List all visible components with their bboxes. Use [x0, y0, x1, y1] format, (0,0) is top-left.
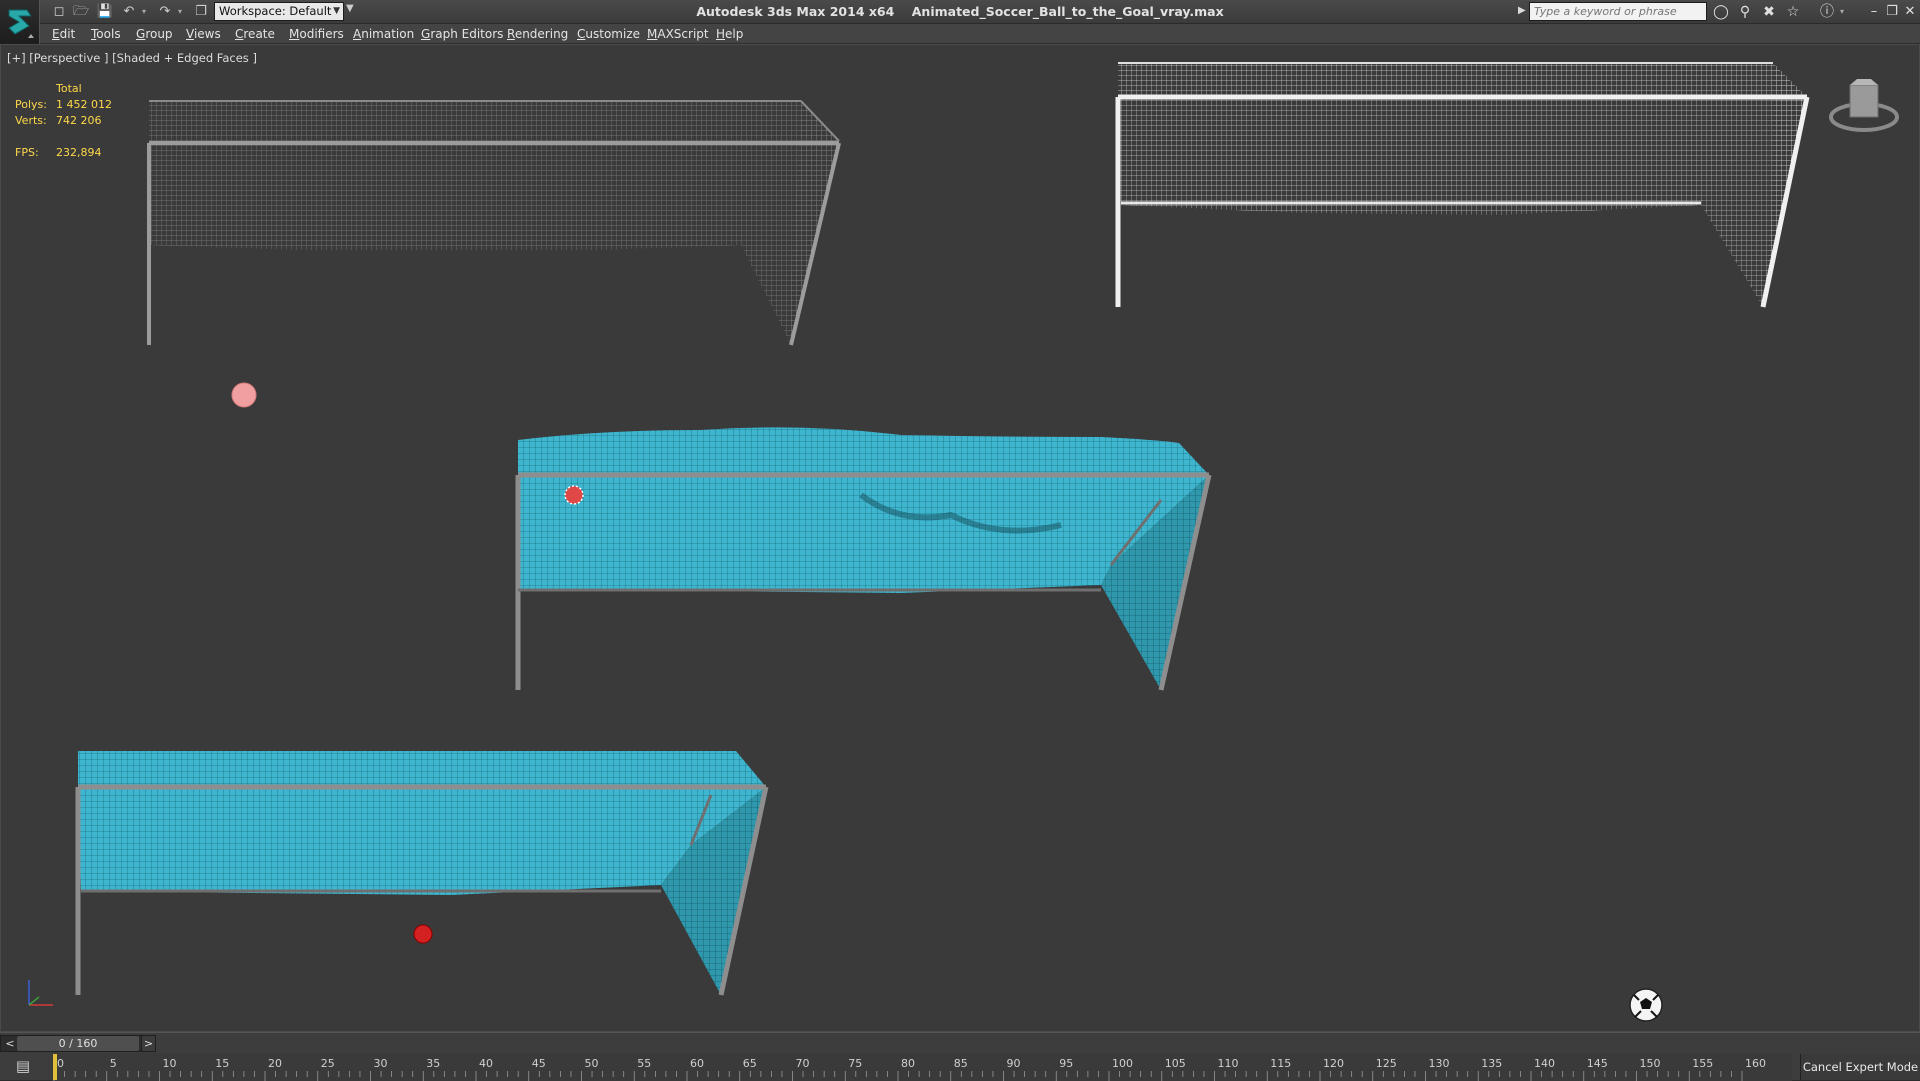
redo-icon[interactable]: ↷: [156, 3, 174, 21]
quick-access-dropdown-icon[interactable]: ▼: [346, 3, 354, 14]
viewcube-icon[interactable]: [1829, 79, 1899, 132]
timeline-tick-label: 110: [1218, 1057, 1239, 1070]
undo-dropdown-icon[interactable]: ▾: [140, 3, 148, 21]
key-icon[interactable]: ⚲: [1735, 3, 1755, 21]
timeline-tick-label: 40: [479, 1057, 493, 1070]
timeline-tick-label: 105: [1165, 1057, 1186, 1070]
app-title: Autodesk 3ds Max 2014 x64: [696, 4, 895, 19]
goal-net-cyan-middle[interactable]: [515, 427, 1212, 691]
title-bar: ◻ 🗁 💾 ↶ ▾ ↷ ▾ ❐ Workspace: Default ▼ ▼ A…: [0, 0, 1920, 24]
help-icon[interactable]: ⓘ: [1817, 3, 1837, 21]
menu-rendering[interactable]: Rendering: [507, 27, 568, 41]
verts-value: 742 206: [56, 114, 102, 127]
time-slider-next-button[interactable]: >: [141, 1036, 155, 1051]
file-name: Animated_Soccer_Ball_to_the_Goal_vray.ma…: [911, 4, 1224, 19]
timeline-tick-label: 125: [1376, 1057, 1397, 1070]
help-dropdown-icon[interactable]: ▾: [1838, 3, 1846, 21]
project-folder-icon[interactable]: ❐: [192, 3, 210, 21]
viewport-label[interactable]: [+] [Perspective ] [Shaded + Edged Faces…: [7, 51, 257, 65]
stats-header: Total: [56, 82, 82, 95]
timeline-tick-label: 140: [1534, 1057, 1555, 1070]
timeline-tick-label: 10: [163, 1057, 177, 1070]
redo-dropdown-icon[interactable]: ▾: [176, 3, 184, 21]
menu-edit[interactable]: Edit: [52, 27, 75, 41]
timeline-tick-label: 130: [1429, 1057, 1450, 1070]
timeline-tick-label: 15: [215, 1057, 229, 1070]
timeline-tick-label: 65: [743, 1057, 757, 1070]
new-file-icon[interactable]: ◻: [50, 3, 68, 21]
goal-wireframe-gray[interactable]: [147, 100, 841, 346]
timeline-tick-label: 35: [426, 1057, 440, 1070]
timeline-tick-label: 45: [532, 1057, 546, 1070]
ball-red[interactable]: [413, 924, 433, 944]
ball-red-wire[interactable]: [564, 485, 584, 505]
frame-counter[interactable]: 0 / 160: [17, 1036, 139, 1051]
workspace-dropdown[interactable]: Workspace: Default ▼: [214, 2, 344, 21]
exchange-icon[interactable]: ✖: [1759, 3, 1779, 21]
timeline-tick-label: 85: [954, 1057, 968, 1070]
menu-graph-editors[interactable]: Graph Editors: [421, 27, 503, 41]
binoculars-icon[interactable]: ◯: [1711, 3, 1731, 21]
time-slider[interactable]: < 0 / 160 >: [0, 1035, 156, 1052]
menu-tools[interactable]: Tools: [91, 27, 121, 41]
timeline-tick-label: 30: [374, 1057, 388, 1070]
timeline-tick-label: 70: [796, 1057, 810, 1070]
menu-views[interactable]: Views: [186, 27, 221, 41]
menu-help[interactable]: Help: [716, 27, 743, 41]
menu-group[interactable]: Group: [136, 27, 173, 41]
menu-maxscript[interactable]: MAXScript: [647, 27, 709, 41]
menu-modifiers[interactable]: Modifiers: [289, 27, 344, 41]
polys-value: 1 452 012: [56, 98, 112, 111]
perspective-viewport[interactable]: [+] [Perspective ] [Shaded + Edged Faces…: [0, 44, 1920, 1032]
timeline-tick-label: 135: [1481, 1057, 1502, 1070]
timeline-tick-label: 160: [1745, 1057, 1766, 1070]
close-icon[interactable]: ✕: [1902, 3, 1918, 21]
search-input[interactable]: [1529, 2, 1707, 21]
timeline-tick-label: 75: [848, 1057, 862, 1070]
timeline-tick-label: 155: [1692, 1057, 1713, 1070]
mini-curve-editor-icon[interactable]: ▤: [8, 1056, 38, 1076]
timeline-tick-label: 95: [1059, 1057, 1073, 1070]
star-icon[interactable]: ☆: [1783, 3, 1803, 21]
search-expand-icon[interactable]: ▶: [1518, 5, 1526, 16]
timeline-tick-label: 120: [1323, 1057, 1344, 1070]
fps-value: 232,894: [56, 146, 102, 159]
undo-icon[interactable]: ↶: [120, 3, 138, 21]
timeline-tick-label: 90: [1007, 1057, 1021, 1070]
current-frame-marker[interactable]: [53, 1054, 57, 1080]
timeline-tick-label: 115: [1270, 1057, 1291, 1070]
chevron-down-icon: ▼: [333, 6, 340, 16]
app-logo-icon[interactable]: [0, 0, 40, 44]
timeline-tick-label: 80: [901, 1057, 915, 1070]
timeline-panel: < 0 / 160 > ▤ 0 5 10 15 20 25 30 35 40 45 50 55 60 65…: [0, 1032, 1920, 1081]
time-slider-prev-button[interactable]: <: [3, 1036, 17, 1051]
timeline-tick-label: 145: [1587, 1057, 1608, 1070]
timeline-tick-label: 20: [268, 1057, 282, 1070]
timeline-tick-label: 100: [1112, 1057, 1133, 1070]
scene-canvas[interactable]: [1, 45, 1920, 1032]
timeline-tick-label: 60: [690, 1057, 704, 1070]
menu-create[interactable]: Create: [235, 27, 275, 41]
timeline-tick-label: 25: [321, 1057, 335, 1070]
timeline-tick-label: 150: [1640, 1057, 1661, 1070]
ball-pink[interactable]: [231, 382, 257, 408]
soccer-ball[interactable]: [1629, 988, 1663, 1022]
track-bar[interactable]: 0 5 10 15 20 25 30 35 40 45 50 55 60 65 70 75 80 85 90 95 10…: [52, 1053, 1792, 1081]
menu-bar: Edit Tools Group Views Create Modifiers …: [40, 24, 1920, 44]
minimize-icon[interactable]: –: [1866, 3, 1882, 21]
open-file-icon[interactable]: 🗁: [72, 3, 90, 21]
timeline-tick-label: 55: [637, 1057, 651, 1070]
save-icon[interactable]: 💾: [96, 3, 114, 21]
restore-icon[interactable]: ❐: [1884, 3, 1900, 21]
cancel-expert-mode-button[interactable]: Cancel Expert Mode: [1800, 1054, 1920, 1080]
menu-customize[interactable]: Customize: [577, 27, 640, 41]
goal-net-cyan-bottom[interactable]: [75, 751, 769, 996]
menu-animation[interactable]: Animation: [353, 27, 414, 41]
timeline-tick-label: 5: [110, 1057, 117, 1070]
workspace-label: Workspace: Default: [219, 4, 332, 18]
axis-tripod-icon: [28, 980, 53, 1006]
goal-wireframe-white[interactable]: [1115, 62, 1810, 308]
timeline-tick-label: 0: [57, 1057, 64, 1070]
timeline-tick-label: 50: [585, 1057, 599, 1070]
